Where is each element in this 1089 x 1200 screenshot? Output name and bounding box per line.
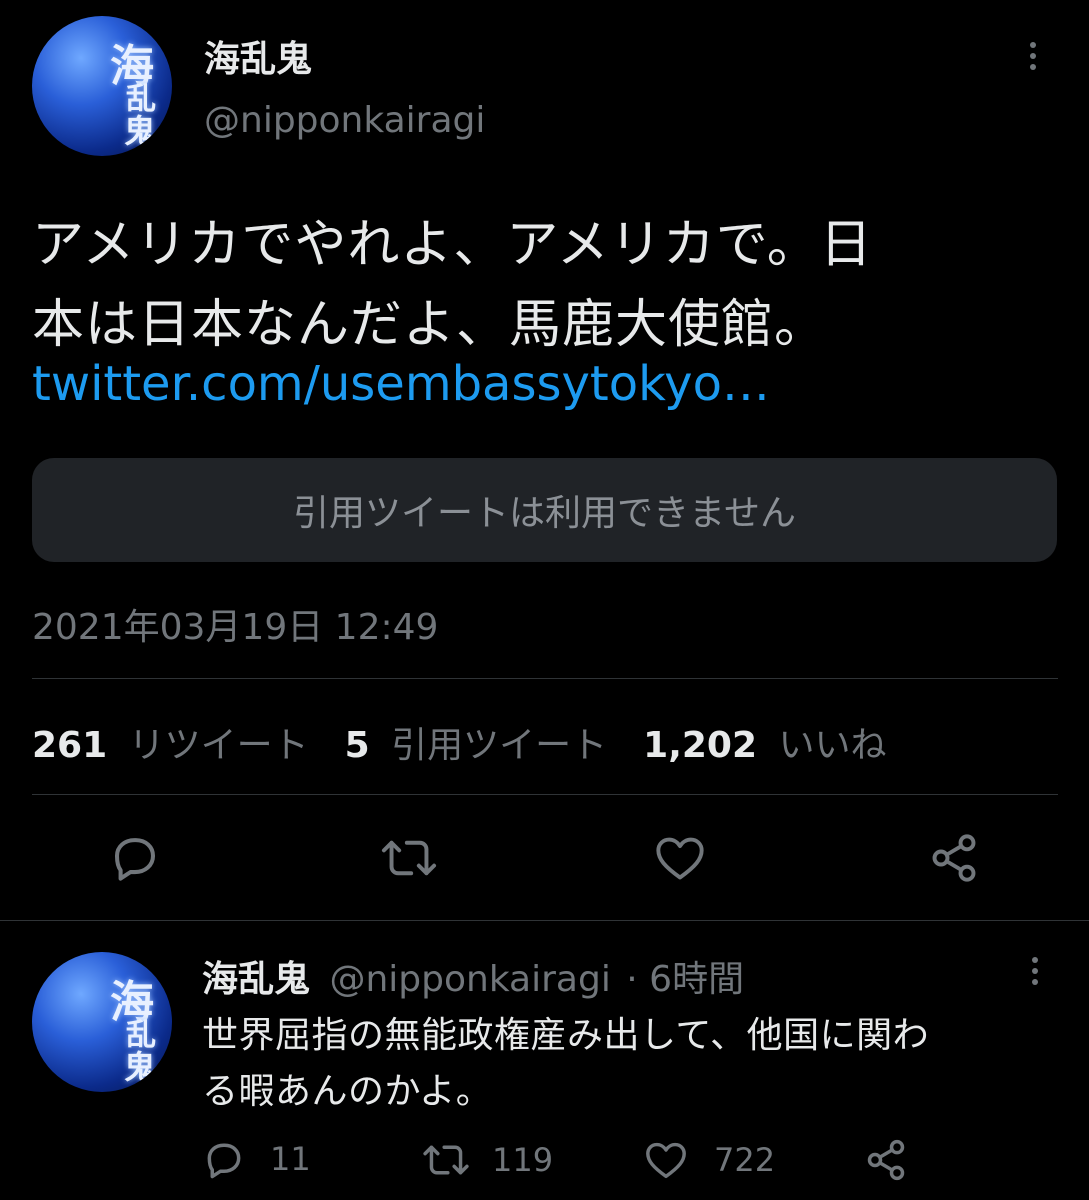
share-button[interactable]: [928, 832, 980, 884]
divider-3: [0, 920, 1089, 921]
retweet-count: 261: [32, 725, 108, 766]
like-stat[interactable]: 1,202 いいね: [643, 716, 886, 768]
reply-avatar-glyph-3: 鬼: [124, 1048, 157, 1086]
tweet-stats: 261 リツイート 5 引用ツイート 1,202 いいね: [32, 716, 887, 768]
reply-more-icon[interactable]: [1032, 957, 1038, 985]
heart-icon: [646, 1142, 686, 1179]
author-handle[interactable]: @nipponkairagi: [204, 100, 485, 141]
tweet-text-line-2: 本は日本なんだよ、馬鹿大使館。: [32, 295, 828, 355]
tweet-text-line-1: アメリカでやれよ、アメリカで。日: [32, 215, 873, 275]
quote-unavailable-box: 引用ツイートは利用できません: [32, 458, 1057, 562]
reply-author-name[interactable]: 海乱鬼: [202, 959, 310, 1000]
author-name[interactable]: 海乱鬼: [204, 30, 312, 82]
reply-reply-button[interactable]: 11: [202, 1138, 311, 1180]
divider-1: [32, 678, 1058, 679]
reply-button[interactable]: [108, 832, 162, 882]
retweet-icon: [423, 1145, 469, 1175]
reply-author-avatar[interactable]: 海 乱 鬼: [32, 952, 172, 1092]
retweet-button[interactable]: [380, 834, 438, 882]
retweet-icon: [381, 840, 437, 876]
like-button[interactable]: [654, 834, 706, 882]
heart-icon: [656, 837, 704, 880]
reply-text-line-2: る暇あんのかよ。: [202, 1071, 493, 1112]
quote-label: 引用ツイート: [391, 725, 608, 766]
reply-like-count: 722: [714, 1141, 776, 1179]
reply-retweet-count: 119: [492, 1141, 554, 1179]
reply-retweet-button[interactable]: 119: [422, 1140, 553, 1180]
like-count: 1,202: [643, 725, 758, 766]
reply-icon: [207, 1143, 241, 1179]
reply-icon: [114, 838, 156, 881]
author-avatar[interactable]: 海 乱 鬼: [32, 16, 172, 156]
reply-time[interactable]: · 6時間: [626, 959, 744, 1000]
retweet-label: リツイート: [128, 725, 309, 766]
quote-count: 5: [344, 725, 370, 766]
reply-like-button[interactable]: 722: [644, 1140, 775, 1180]
more-icon[interactable]: [1030, 42, 1036, 70]
retweet-stat[interactable]: 261 リツイート: [32, 716, 309, 768]
divider-2: [32, 794, 1058, 795]
quote-unavailable-text: 引用ツイートは利用できません: [293, 493, 796, 534]
reply-reply-count: 11: [270, 1140, 311, 1178]
avatar-glyph-3: 鬼: [124, 112, 157, 150]
quote-stat[interactable]: 5 引用ツイート: [345, 716, 608, 768]
reply-author-handle[interactable]: @nipponkairagi: [329, 959, 610, 1000]
reply-header: 海乱鬼 @nipponkairagi · 6時間: [202, 950, 744, 1002]
share-icon: [932, 834, 976, 882]
reply-share-button[interactable]: [864, 1138, 908, 1182]
reply-text-line-1: 世界屈指の無能政権産み出して、他国に関わ: [202, 1015, 930, 1056]
share-icon: [867, 1139, 905, 1181]
tweet-timestamp[interactable]: 2021年03月19日 12:49: [32, 598, 438, 650]
like-label: いいね: [778, 725, 887, 766]
tweet-link[interactable]: twitter.com/usembassytokyo…: [32, 356, 770, 412]
